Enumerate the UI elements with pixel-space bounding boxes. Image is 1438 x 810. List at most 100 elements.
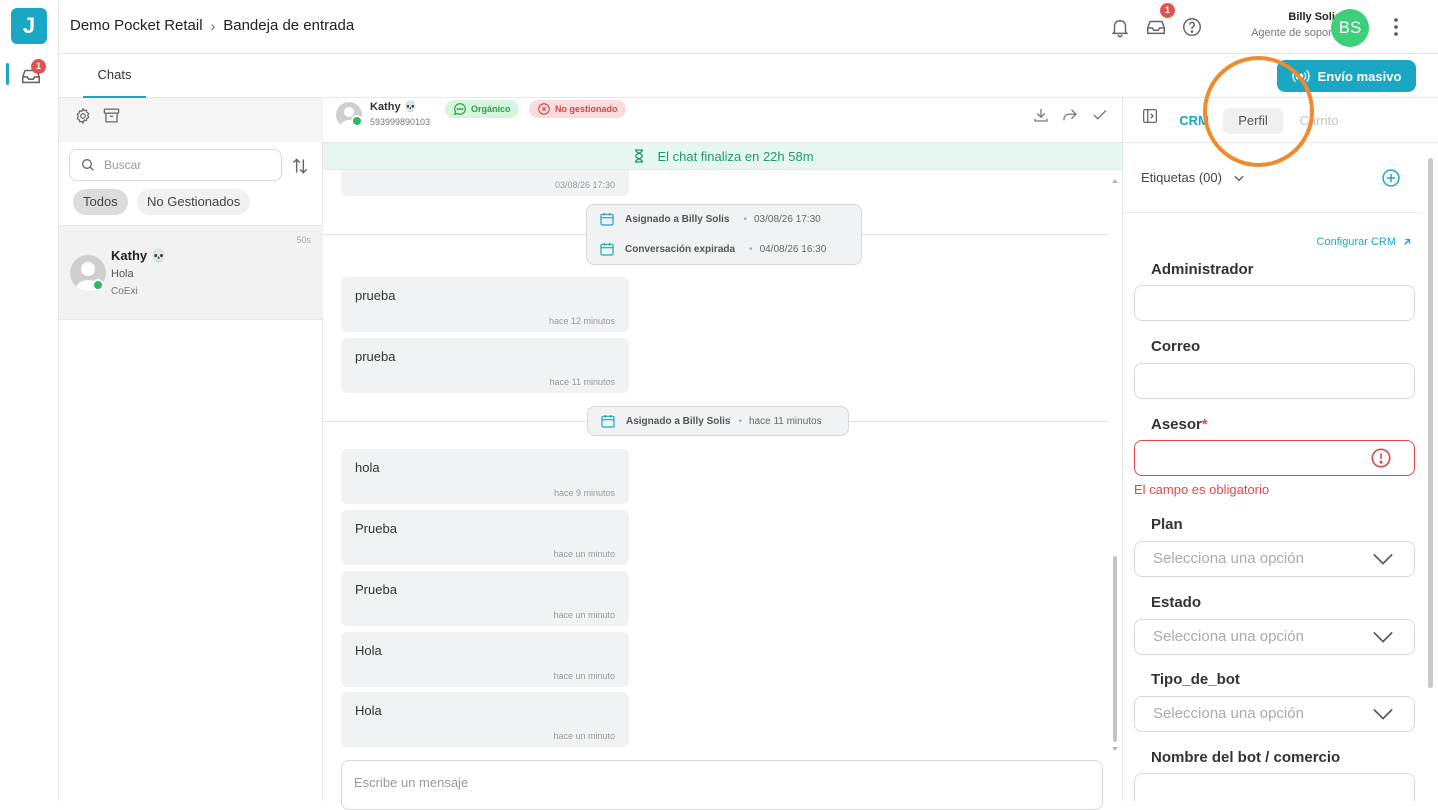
email-field[interactable] xyxy=(1134,363,1415,399)
configure-crm-label: Configurar CRM xyxy=(1316,236,1396,248)
messages-scrollbar[interactable] xyxy=(1112,178,1118,758)
field-label-advisor: Asesor* xyxy=(1151,416,1208,433)
calendar-icon xyxy=(601,415,615,428)
system-events: Asignado a Billy Solis • hace 11 minutos xyxy=(587,406,849,436)
help-icon xyxy=(1183,18,1201,36)
filter-unmanaged-chip[interactable]: No Gestionados xyxy=(137,189,251,215)
user-role: Agente de soporte xyxy=(1251,27,1341,39)
message-input[interactable]: Escribe un mensaje xyxy=(341,760,1103,810)
kebab-icon xyxy=(1394,18,1398,36)
field-label-admin: Administrador xyxy=(1151,261,1254,278)
breadcrumb-page: Bandeja de entrada xyxy=(223,17,355,34)
conversation-panel: Kathy 💀 593999890103 Orgánico No gestion… xyxy=(323,98,1122,810)
archive-icon[interactable] xyxy=(102,106,121,125)
external-arrow-icon xyxy=(1404,238,1411,245)
notifications-button[interactable] xyxy=(1109,16,1131,38)
chat-bubble-icon xyxy=(453,103,466,116)
admin-field[interactable] xyxy=(1134,285,1415,321)
sort-icon[interactable] xyxy=(290,156,310,176)
system-event-row: Asignado a Billy Solis • hace 11 minutos xyxy=(600,412,822,430)
highlight-circle xyxy=(1203,56,1314,167)
message-text: Hola xyxy=(355,643,382,658)
system-events: Asignado a Billy Solis • 03/08/26 17:30 … xyxy=(586,204,862,265)
breadcrumb: Demo Pocket Retail › Bandeja de entrada xyxy=(70,17,354,34)
system-event-row: Asignado a Billy Solis • 03/08/26 17:30 xyxy=(599,210,821,228)
settings-icon[interactable] xyxy=(74,107,92,125)
rail-inbox-button[interactable]: 1 xyxy=(17,59,46,88)
bot-name-field[interactable] xyxy=(1134,773,1415,801)
message-bubble: Prueba hace un minuto xyxy=(341,510,629,565)
chevron-down-icon xyxy=(1373,708,1393,720)
system-event-row: Conversación expirada • 04/08/26 16:30 xyxy=(599,240,826,258)
bell-icon xyxy=(1111,19,1129,38)
message-time: hace 11 minutos xyxy=(549,377,615,387)
message-time: hace 12 minutos xyxy=(548,316,615,326)
top-header: Demo Pocket Retail › Bandeja de entrada … xyxy=(59,0,1438,54)
list-item-source: CoExi xyxy=(111,286,138,297)
field-label-plan: Plan xyxy=(1151,516,1183,533)
divider xyxy=(1123,212,1423,213)
chevron-down-icon xyxy=(1234,175,1244,181)
whatsapp-icon xyxy=(92,279,104,291)
tags-label: Etiquetas (00) xyxy=(1141,170,1222,185)
system-event-label: Asignado a Billy Solis xyxy=(625,213,730,225)
message-bubble: Prueba hace un minuto xyxy=(341,571,629,626)
more-menu-button[interactable] xyxy=(1389,16,1403,38)
field-label-email: Correo xyxy=(1151,338,1201,355)
required-mark: * xyxy=(1201,416,1208,433)
chat-list-panel: Buscar Todos No Gestionados Kathy 💀 Hola… xyxy=(59,98,323,801)
plan-select-value: Selecciona una opción xyxy=(1153,550,1304,567)
forward-icon[interactable] xyxy=(1061,106,1079,124)
message-bubble: prueba hace 11 minutos xyxy=(341,338,629,393)
search-input[interactable]: Buscar xyxy=(69,149,282,181)
list-item[interactable]: Kathy 💀 Hola CoExi 50s xyxy=(59,225,323,320)
chevron-down-icon xyxy=(1373,553,1393,565)
check-icon[interactable] xyxy=(1091,106,1109,124)
avatar[interactable]: BS xyxy=(1331,9,1369,47)
header-inbox-button[interactable]: 1 xyxy=(1145,3,1175,38)
system-event-date: 03/08/26 17:30 xyxy=(753,213,821,225)
system-event-label: Conversación expirada xyxy=(625,243,736,255)
field-label-state: Estado xyxy=(1151,594,1202,611)
app-logo[interactable]: J xyxy=(11,8,47,44)
conversation-contact-phone: 593999890103 xyxy=(370,117,431,127)
crm-panel: CRM Perfil Carrito Etiquetas (00) Config… xyxy=(1122,98,1438,801)
add-tag-icon[interactable] xyxy=(1381,168,1401,188)
tab-chats[interactable]: Chats xyxy=(83,54,146,98)
scrollbar-thumb[interactable] xyxy=(1113,556,1117,742)
message-text: Prueba xyxy=(355,582,397,597)
advisor-field[interactable] xyxy=(1134,440,1415,476)
rail-active-indicator xyxy=(6,63,9,85)
message-text: hola xyxy=(355,460,380,475)
sidebar-toggle-icon[interactable] xyxy=(1141,107,1159,125)
state-select[interactable]: Selecciona una opción xyxy=(1134,619,1415,655)
calendar-icon xyxy=(600,243,614,256)
message-time: hace un minuto xyxy=(553,610,615,620)
conversation-header: Kathy 💀 593999890103 Orgánico No gestion… xyxy=(323,98,1122,143)
advisor-error-text: El campo es obligatorio xyxy=(1134,482,1270,497)
bot-type-select-value: Selecciona una opción xyxy=(1153,705,1304,722)
help-button[interactable] xyxy=(1181,16,1203,38)
filter-all-chip[interactable]: Todos xyxy=(73,189,128,215)
configure-crm-link[interactable]: Configurar CRM xyxy=(1317,236,1412,248)
rail-inbox-badge: 1 xyxy=(31,59,46,74)
list-item-preview: Hola xyxy=(111,268,134,280)
scroll-down-arrow-icon xyxy=(1112,747,1118,751)
field-label-advisor-text: Asesor xyxy=(1151,416,1202,433)
plan-select[interactable]: Selecciona una opción xyxy=(1134,541,1415,577)
tags-dropdown[interactable]: Etiquetas (00) xyxy=(1141,170,1246,185)
breadcrumb-workspace[interactable]: Demo Pocket Retail xyxy=(70,17,203,34)
system-event-date: 04/08/26 16:30 xyxy=(759,243,827,255)
download-icon[interactable] xyxy=(1032,106,1050,124)
bot-type-select[interactable]: Selecciona una opción xyxy=(1134,696,1415,732)
hourglass-icon xyxy=(635,149,644,163)
list-item-time: 50s xyxy=(296,235,311,245)
left-rail: J 1 xyxy=(0,0,59,801)
panel-scrollbar[interactable] xyxy=(1428,158,1433,688)
system-event-date: hace 11 minutos xyxy=(748,415,822,427)
field-label-bot-name: Nombre del bot / comercio xyxy=(1151,749,1341,766)
whatsapp-icon xyxy=(351,115,363,127)
calendar-icon xyxy=(600,213,614,226)
message-bubble: Hola hace un minuto xyxy=(341,632,629,687)
message-time: hace un minuto xyxy=(553,731,615,741)
